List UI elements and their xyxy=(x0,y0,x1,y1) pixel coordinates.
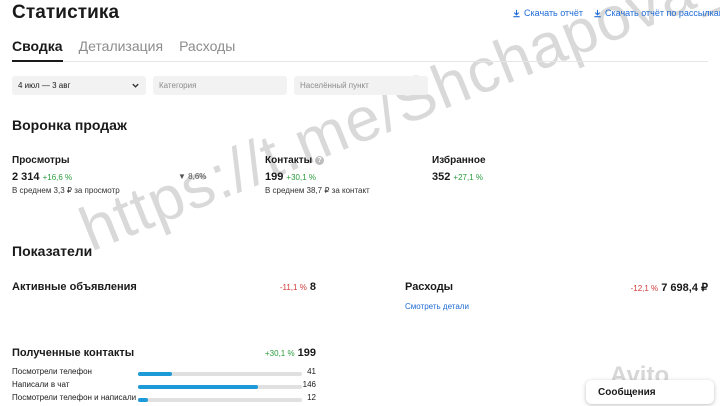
favorites-value: 352 xyxy=(432,171,451,183)
expenses-label: Расходы xyxy=(405,281,454,293)
download-report-link[interactable]: Скачать отчёт xyxy=(512,8,583,18)
breakdown-bar-track xyxy=(138,372,302,376)
active-tab-indicator xyxy=(12,60,63,62)
received-contacts-change: +30,1 % xyxy=(265,349,295,358)
messages-button[interactable]: Сообщения xyxy=(586,380,714,404)
conversion-rate: ▼ 8,6% xyxy=(178,172,206,181)
contacts-label-text: Контакты xyxy=(265,155,313,166)
category-placeholder: Категория xyxy=(159,81,197,90)
breakdown-bar-track xyxy=(138,398,302,402)
download-mailings-report-link[interactable]: Скачать отчёт по рассылкам xyxy=(593,8,720,18)
received-contacts-row: Полученные контакты +30,1 % 199 xyxy=(12,347,316,361)
active-ads-value: 8 xyxy=(309,281,316,293)
contacts-metric: 199 +30,1 % xyxy=(265,171,316,183)
messages-label: Сообщения xyxy=(598,386,656,398)
expenses-row: Расходы -12,1 % 7 698,4 ₽ xyxy=(405,281,708,295)
received-contacts-metric: +30,1 % 199 xyxy=(265,347,316,359)
favorites-metric: 352 +27,1 % xyxy=(432,171,483,183)
page-title: Статистика xyxy=(12,2,120,23)
contacts-value: 199 xyxy=(265,171,284,183)
download-icon xyxy=(594,9,601,17)
filter-funnel-icon: ▼ xyxy=(178,172,186,181)
breakdown-label: Посмотрели телефон и написали xyxy=(12,393,137,402)
breakdown-bar-fill xyxy=(138,398,148,402)
download-icon xyxy=(513,9,520,17)
tab-expenses[interactable]: Расходы xyxy=(179,38,235,54)
chevron-down-icon xyxy=(132,83,139,88)
tab-bar: Сводка Детализация Расходы xyxy=(12,38,235,54)
breakdown-bar-track xyxy=(138,385,302,389)
views-value: 2 314 xyxy=(12,171,40,183)
download-report-label: Скачать отчёт xyxy=(524,8,583,18)
indicators-title: Показатели xyxy=(12,243,93,259)
period-value: 4 июл — 3 авг xyxy=(18,81,71,90)
tab-details[interactable]: Детализация xyxy=(79,38,163,54)
breakdown-bar-fill xyxy=(138,385,258,389)
views-average: В среднем 3,3 ₽ за просмотр xyxy=(12,186,120,195)
breakdown-value: 146 xyxy=(302,380,316,389)
contacts-average: В среднем 38,7 ₽ за контакт xyxy=(265,186,370,195)
received-contacts-value: 199 xyxy=(297,347,316,359)
tab-divider xyxy=(12,61,708,62)
contacts-label: Контакты? xyxy=(265,155,325,166)
active-ads-row: Активные объявления -11,1 % 8 xyxy=(12,281,316,295)
expenses-details-link[interactable]: Смотреть детали xyxy=(405,302,469,311)
period-select[interactable]: 4 июл — 3 авг xyxy=(12,76,146,95)
views-label: Просмотры xyxy=(12,155,70,166)
expenses-metric: -12,1 % 7 698,4 ₽ xyxy=(631,281,708,294)
favorites-label: Избранное xyxy=(432,155,486,166)
expenses-value: 7 698,4 ₽ xyxy=(661,282,708,294)
expenses-change: -12,1 % xyxy=(630,284,659,293)
contacts-change: +30,1 % xyxy=(286,173,316,182)
contacts-breakdown-row: Посмотрели телефон 41 xyxy=(12,367,316,379)
contacts-breakdown-row: Посмотрели телефон и написали 12 xyxy=(12,393,316,405)
views-metric: 2 314 +16,6 % xyxy=(12,171,72,183)
received-contacts-label: Полученные контакты xyxy=(12,347,135,359)
category-field[interactable]: Категория xyxy=(153,76,287,95)
city-field[interactable]: Населённый пункт xyxy=(294,76,428,95)
conversion-value: 8,6% xyxy=(188,172,207,181)
active-ads-metric: -11,1 % 8 xyxy=(280,281,316,293)
breakdown-value: 41 xyxy=(307,367,316,376)
help-icon[interactable]: ? xyxy=(315,155,325,165)
views-change: +16,6 % xyxy=(42,173,73,182)
breakdown-value: 12 xyxy=(307,393,316,402)
contacts-breakdown-row: Написали в чат 146 xyxy=(12,380,316,392)
active-ads-label: Активные объявления xyxy=(12,281,137,293)
favorites-change: +27,1 % xyxy=(453,173,483,182)
funnel-title: Воронка продаж xyxy=(12,117,127,133)
tab-summary[interactable]: Сводка xyxy=(12,38,63,54)
city-placeholder: Населённый пункт xyxy=(300,81,369,90)
breakdown-bar-fill xyxy=(138,372,173,376)
breakdown-label: Посмотрели телефон xyxy=(12,367,92,376)
active-ads-change: -11,1 % xyxy=(279,283,307,292)
download-mailings-report-label: Скачать отчёт по рассылкам xyxy=(605,8,720,18)
breakdown-label: Написали в чат xyxy=(12,380,70,389)
